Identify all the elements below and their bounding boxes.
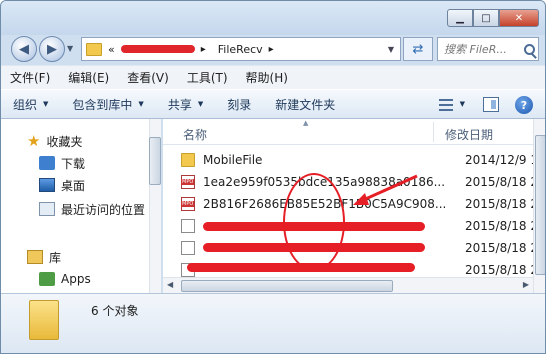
explorer-window: ▁ □ ✕ ◀ ▶ ▼ « ▸ FileRecv ▸ ▼ ⇄ 文件(F) 编辑(… [0,0,546,354]
chevron-down-icon: ▼ [138,100,144,108]
breadcrumb-overflow[interactable]: « [108,43,115,56]
column-header-date[interactable]: 修改日期 [445,126,493,143]
burn-button[interactable]: 刻录 [215,96,263,113]
file-list-vertical-scrollbar[interactable] [533,119,545,293]
address-row: ◀ ▶ ▼ « ▸ FileRecv ▸ ▼ ⇄ [1,33,545,63]
back-arrow-icon: ◀ [19,41,29,57]
apps-icon [39,272,55,286]
new-folder-button[interactable]: 新建文件夹 [263,96,347,113]
include-in-library-button[interactable]: 包含到库中 ▼ [60,96,155,113]
share-label: 共享 [167,97,192,112]
scroll-left-icon[interactable]: ◀ [167,280,173,289]
command-bar: 组织 ▼ 包含到库中 ▼ 共享 ▼ 刻录 新建文件夹 ▼ ? [1,89,545,119]
refresh-button[interactable]: ⇄ [403,37,433,61]
close-button[interactable]: ✕ [499,9,539,27]
vertical-scrollbar-thumb[interactable] [535,135,545,275]
recent-pages-dropdown[interactable]: ▼ [67,44,73,53]
folder-icon [86,42,102,56]
nav-item-downloads[interactable]: 下载 [39,153,85,173]
organize-button[interactable]: 组织 ▼ [1,96,60,113]
scroll-right-icon[interactable]: ▶ [523,280,529,289]
title-bar[interactable]: ▁ □ ✕ [1,1,545,35]
help-icon[interactable]: ? [515,96,533,114]
file-name: MobileFile [203,153,263,167]
forward-button[interactable]: ▶ [39,36,65,62]
maximize-button[interactable]: □ [473,9,499,27]
folder-icon [181,153,195,167]
menu-tools[interactable]: 工具(T) [178,69,237,86]
column-header-name[interactable]: 名称 [183,126,207,143]
annotation-circle [283,173,345,271]
close-icon: ✕ [514,12,524,24]
item-count: 6 个对象 [91,304,139,318]
menu-file[interactable]: 文件(F) [1,69,59,86]
libraries-icon [27,250,43,264]
include-in-library-label: 包含到库中 [72,97,133,112]
change-view-icon[interactable] [439,99,453,111]
organize-label: 组织 [13,97,38,112]
details-pane: 6 个对象 [1,293,545,353]
nav-favorites-label: 收藏夹 [46,134,83,149]
nav-desktop-label: 桌面 [61,178,86,193]
mpo-file-icon [181,197,195,211]
view-options-dropdown[interactable]: ▼ [460,100,465,108]
menu-help[interactable]: 帮助(H) [237,69,297,86]
search-box[interactable] [437,37,539,61]
nav-downloads-label: 下载 [61,156,86,171]
address-bar[interactable]: « ▸ FileRecv ▸ ▼ [81,37,401,61]
file-list-horizontal-scrollbar[interactable]: ◀ ▶ [163,277,533,293]
breadcrumb-current[interactable]: FileRecv [218,43,263,56]
star-icon: ★ [27,132,41,150]
refresh-icon: ⇄ [412,41,424,57]
nav-apps-label: Apps [61,272,91,286]
minimize-button[interactable]: ▁ [447,9,473,27]
recent-places-icon [39,202,55,216]
list-item[interactable]: MobileFile 2014/12/9 18 [181,149,545,171]
sort-indicator-icon: ▲ [303,119,309,127]
menu-view[interactable]: 查看(V) [118,69,178,86]
downloads-icon [39,156,55,170]
nav-item-apps[interactable]: Apps [39,269,91,289]
menu-edit[interactable]: 编辑(E) [59,69,118,86]
redacted-breadcrumb [120,45,195,53]
breadcrumb-separator[interactable]: ▸ [269,44,274,55]
nav-scrollbar-thumb[interactable] [149,137,161,185]
chevron-down-icon: ▼ [43,100,49,108]
menu-bar: 文件(F) 编辑(E) 查看(V) 工具(T) 帮助(H) [1,65,545,89]
nav-libraries-label: 库 [49,250,62,265]
preview-pane-icon[interactable] [483,97,499,112]
annotation-arrow [353,174,418,205]
nav-recent-label: 最近访问的位置 [61,202,146,217]
breadcrumb-separator[interactable]: ▸ [201,44,206,55]
search-icon[interactable] [524,43,535,55]
column-header-row: ▲ 名称 修改日期 [163,119,545,145]
nav-item-favorites[interactable]: ★ 收藏夹 [27,131,82,151]
maximize-icon: □ [481,12,491,24]
nav-item-libraries[interactable]: 库 [27,247,61,267]
nav-item-desktop[interactable]: 桌面 [39,175,85,195]
back-button[interactable]: ◀ [11,36,37,62]
chevron-down-icon: ▼ [197,100,204,108]
nav-item-recent[interactable]: 最近访问的位置 [39,199,145,219]
forward-arrow-icon: ▶ [47,41,57,57]
file-icon [181,219,195,233]
address-dropdown-icon[interactable]: ▼ [388,45,394,54]
horizontal-scrollbar-thumb[interactable] [181,280,393,292]
mpo-file-icon [181,175,195,189]
new-folder-label: 新建文件夹 [275,97,336,112]
desktop-icon [39,178,55,192]
folder-icon [29,300,59,340]
column-divider[interactable] [433,122,434,142]
file-icon [181,241,195,255]
caption-buttons: ▁ □ ✕ [447,9,539,27]
navigation-pane: ★ 收藏夹 下载 桌面 最近访问的位置 库 Apps [1,119,161,293]
share-button[interactable]: 共享 ▼ [156,96,215,113]
minimize-icon: ▁ [456,12,464,24]
search-input[interactable] [444,42,520,56]
burn-label: 刻录 [227,97,252,112]
